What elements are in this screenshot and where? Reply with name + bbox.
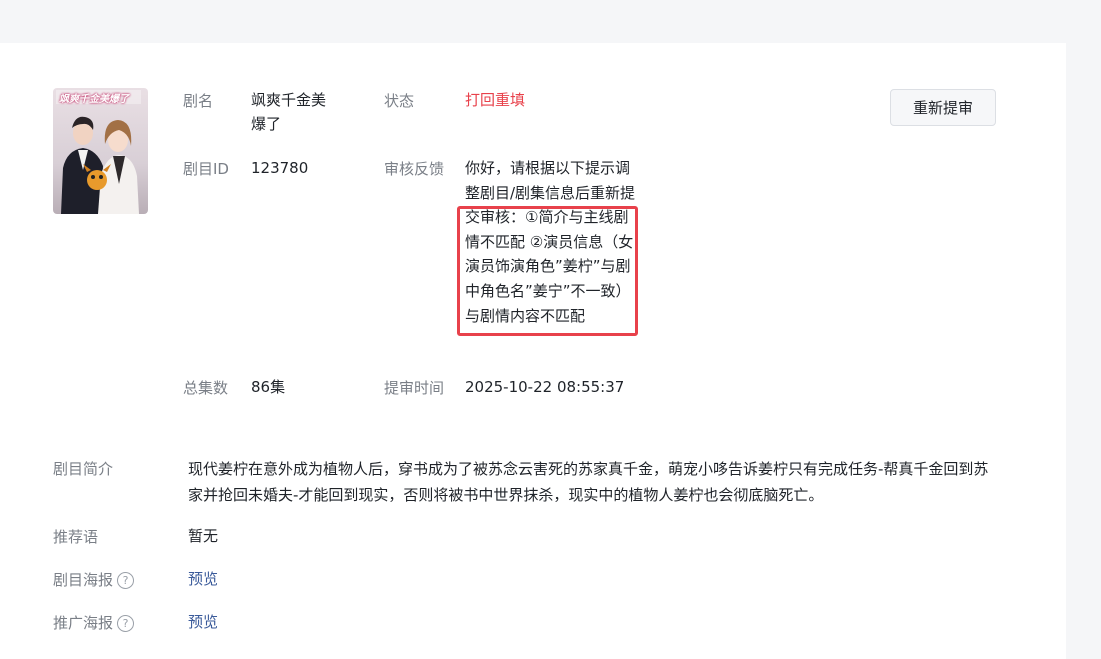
episode-count-value: 86集 bbox=[251, 378, 286, 396]
promo-poster-row-label: 推广海报? bbox=[53, 612, 135, 633]
synopsis-text: 现代姜柠在意外成为植物人后，穿书成为了被苏念云害死的苏家真千金，萌宠小哆告诉姜柠… bbox=[188, 460, 989, 504]
review-feedback-text: 你好，请根据以下提示调整剧目/剧集信息后重新提交审核：①简介与主线剧情不匹配 ②… bbox=[465, 159, 636, 325]
synopsis-label: 剧目简介 bbox=[53, 460, 114, 478]
drama-poster-label: 剧目海报 bbox=[53, 571, 114, 589]
drama-name-label: 剧名 bbox=[183, 92, 214, 110]
question-circle-icon[interactable]: ? bbox=[117, 615, 135, 632]
status-label: 状态 bbox=[384, 92, 415, 110]
drama-name-value: 飒爽千金美 爆了 bbox=[251, 88, 361, 136]
submit-time-label: 提审时间 bbox=[384, 379, 445, 397]
drama-poster-row-label: 剧目海报? bbox=[53, 569, 135, 590]
drama-name-line-2: 爆了 bbox=[251, 115, 282, 133]
drama-id-value: 123780 bbox=[251, 159, 309, 177]
recommendation-value: 暂无 bbox=[188, 527, 219, 545]
drama-detail-card bbox=[0, 43, 1066, 659]
submit-time-value: 2025-10-22 08:55:37 bbox=[465, 378, 625, 396]
drama-poster-thumbnail[interactable]: 飒爽千金美爆了 bbox=[53, 88, 148, 214]
status-value: 打回重填 bbox=[465, 91, 526, 109]
review-feedback-label: 审核反馈 bbox=[384, 160, 445, 178]
poster-title-text: 飒爽千金美爆了 bbox=[59, 94, 129, 105]
recommendation-label: 推荐语 bbox=[53, 528, 99, 546]
resubmit-button[interactable]: 重新提审 bbox=[890, 89, 996, 126]
promo-poster-preview-link[interactable]: 预览 bbox=[188, 610, 218, 634]
drama-name-line-1: 飒爽千金美 bbox=[251, 91, 327, 109]
drama-id-label: 剧目ID bbox=[183, 160, 229, 178]
drama-poster-preview-link[interactable]: 预览 bbox=[188, 567, 218, 591]
question-circle-icon[interactable]: ? bbox=[117, 572, 135, 589]
episode-count-label: 总集数 bbox=[183, 379, 229, 397]
promo-poster-label: 推广海报 bbox=[53, 614, 114, 632]
